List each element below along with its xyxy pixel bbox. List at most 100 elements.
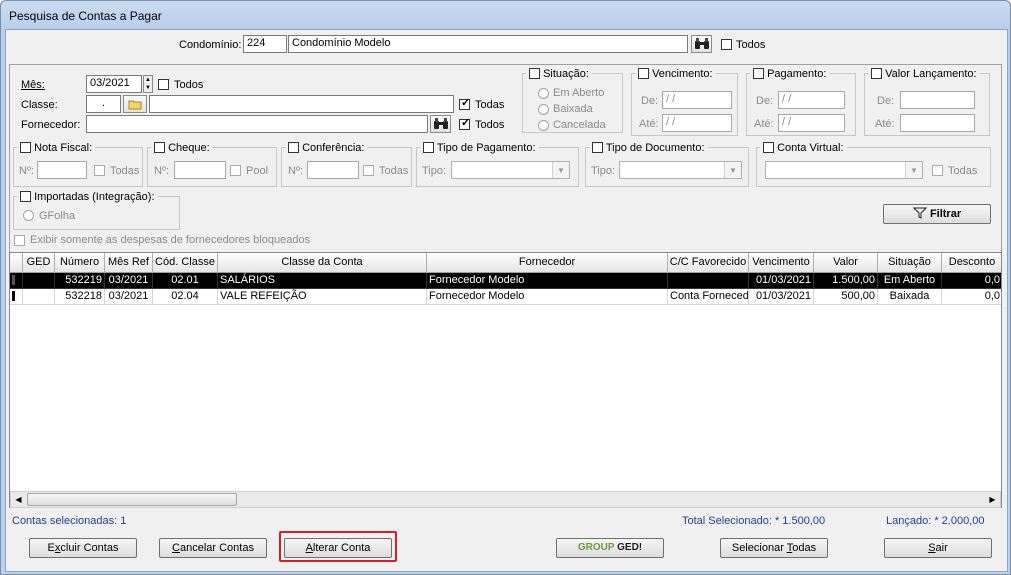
fornecedor-input[interactable] bbox=[86, 115, 428, 133]
nota-fiscal-input[interactable] bbox=[37, 161, 87, 179]
contas-selecionadas-status: Contas selecionadas: 1 bbox=[12, 515, 127, 527]
classe-label: Classe: bbox=[21, 99, 58, 111]
col-desconto[interactable]: Desconto bbox=[942, 253, 1001, 272]
fornecedor-todos-checkbox[interactable]: ✓ bbox=[459, 117, 470, 130]
col-valor[interactable]: Valor bbox=[814, 253, 878, 272]
valor-de-input[interactable] bbox=[900, 91, 975, 109]
conta-virtual-checkbox[interactable] bbox=[763, 142, 774, 153]
pagamento-de-input[interactable]: / / bbox=[778, 91, 845, 109]
scroll-thumb[interactable] bbox=[27, 493, 237, 506]
selecionar-post: odas bbox=[792, 542, 817, 554]
cell-vencimento: 01/03/2021 bbox=[749, 273, 814, 289]
pagamento-checkbox[interactable] bbox=[753, 68, 764, 79]
valor-lancamento-title: Valor Lançamento: bbox=[868, 66, 980, 80]
table-row[interactable]: 532218 03/2021 02.04 VALE REFEIÇÃO Forne… bbox=[10, 289, 1001, 305]
situacao-checkbox[interactable] bbox=[529, 68, 540, 79]
binoculars-icon bbox=[433, 118, 448, 129]
tipo-documento-label: Tipo de Documento: bbox=[605, 142, 705, 154]
classe-code-input[interactable]: . bbox=[86, 95, 121, 113]
condominio-todos-checkbox[interactable] bbox=[721, 39, 732, 50]
excluir-contas-button[interactable]: Excluir Contas bbox=[29, 538, 137, 558]
vencimento-ate-input[interactable]: / / bbox=[662, 114, 732, 132]
condominio-search-button[interactable] bbox=[691, 35, 712, 53]
filtrar-button[interactable]: Filtrar bbox=[883, 204, 991, 224]
nota-fiscal-checkbox[interactable] bbox=[20, 142, 31, 153]
mes-spinner[interactable]: ▲ ▼ bbox=[143, 75, 153, 93]
chevron-down-icon: ▼ bbox=[724, 162, 741, 178]
cheque-checkbox[interactable] bbox=[154, 142, 165, 153]
group-ged-button[interactable]: GROUP GED! bbox=[556, 538, 664, 558]
condominio-name-input[interactable]: Condomínio Modelo bbox=[288, 35, 688, 53]
row-indicator bbox=[10, 273, 23, 289]
col-cc-favorecido[interactable]: C/C Favorecido bbox=[668, 253, 749, 272]
conferencia-todas-checkbox[interactable] bbox=[363, 165, 374, 176]
conta-virtual-todas-checkbox[interactable] bbox=[932, 165, 943, 176]
sair-button[interactable]: Sair bbox=[884, 538, 992, 558]
horizontal-scrollbar[interactable]: ◀ ▶ bbox=[10, 491, 1001, 508]
mes-input[interactable]: 03/2021 bbox=[86, 75, 142, 93]
col-vencimento[interactable]: Vencimento bbox=[749, 253, 814, 272]
col-mes-ref[interactable]: Mês Ref bbox=[105, 253, 153, 272]
col-classe-conta[interactable]: Classe da Conta bbox=[218, 253, 427, 272]
col-fornecedor[interactable]: Fornecedor bbox=[427, 253, 668, 272]
cheque-pool-checkbox[interactable] bbox=[230, 165, 241, 176]
cancelar-contas-button[interactable]: Cancelar Contas bbox=[159, 538, 267, 558]
pagamento-ate-input[interactable]: / / bbox=[778, 114, 845, 132]
vencimento-checkbox[interactable] bbox=[638, 68, 649, 79]
cell-fornecedor: Fornecedor Modelo bbox=[427, 273, 668, 289]
vencimento-de-input[interactable]: / / bbox=[662, 91, 732, 109]
fornecedor-label: Fornecedor: bbox=[21, 119, 81, 131]
tipo-pagamento-select[interactable]: ▼ bbox=[451, 161, 570, 179]
condominio-label: Condomínio: bbox=[179, 39, 242, 51]
valor-ate-input[interactable] bbox=[900, 114, 975, 132]
contas-table: GED Número Mês Ref Cód. Classe Classe da… bbox=[9, 252, 1002, 508]
conta-virtual-select[interactable]: ▼ bbox=[765, 161, 923, 179]
scroll-right-icon[interactable]: ▶ bbox=[986, 493, 999, 506]
conferencia-input[interactable] bbox=[307, 161, 359, 179]
col-ged[interactable]: GED bbox=[23, 253, 55, 272]
bloqueados-checkbox[interactable] bbox=[14, 235, 25, 246]
col-situacao[interactable]: Situação bbox=[878, 253, 942, 272]
valor-lancamento-checkbox[interactable] bbox=[871, 68, 882, 79]
pagamento-group: Pagamento: De: / / Até: / / bbox=[746, 66, 856, 136]
cheque-input[interactable] bbox=[174, 161, 226, 179]
cell-desconto: 0,0 bbox=[942, 289, 1001, 305]
valor-de-label: De: bbox=[877, 95, 895, 107]
classe-name-input[interactable] bbox=[149, 95, 454, 113]
cheque-pool-label: Pool bbox=[246, 165, 269, 177]
ged-logo-ged: GED! bbox=[617, 542, 643, 553]
pagamento-title: Pagamento: bbox=[750, 66, 830, 80]
tipo-documento-checkbox[interactable] bbox=[592, 142, 603, 153]
fornecedor-search-button[interactable] bbox=[430, 115, 451, 133]
cell-situacao: Baixada bbox=[878, 289, 942, 305]
situacao-baixada-radio[interactable] bbox=[538, 104, 549, 115]
conferencia-checkbox[interactable] bbox=[288, 142, 299, 153]
vencimento-label: Vencimento: bbox=[652, 68, 713, 80]
tipo-pagamento-checkbox[interactable] bbox=[423, 142, 434, 153]
cell-valor: 1.500,00 bbox=[814, 273, 878, 289]
importadas-group: Importadas (Integração): GFolha bbox=[13, 189, 180, 230]
scroll-left-icon[interactable]: ◀ bbox=[12, 493, 25, 506]
condominio-code-input[interactable]: 224 bbox=[243, 35, 287, 53]
situacao-baixada-label: Baixada bbox=[553, 103, 593, 115]
col-numero[interactable]: Número bbox=[55, 253, 105, 272]
situacao-cancelada-radio[interactable] bbox=[538, 120, 549, 131]
conta-virtual-title: Conta Virtual: bbox=[760, 140, 847, 154]
classe-folder-button[interactable] bbox=[123, 95, 147, 113]
cell-valor: 500,00 bbox=[814, 289, 878, 305]
ged-logo-group: GROUP bbox=[577, 542, 615, 553]
importadas-checkbox[interactable] bbox=[20, 191, 31, 202]
selecionar-pre: Selecionar bbox=[731, 542, 787, 554]
cancelar-accel: C bbox=[172, 542, 180, 554]
gfolha-radio[interactable] bbox=[23, 210, 34, 221]
spin-up-icon: ▲ bbox=[145, 77, 151, 83]
col-cod-classe[interactable]: Cód. Classe bbox=[153, 253, 218, 272]
classe-todas-checkbox[interactable]: ✓ bbox=[459, 97, 470, 110]
tipo-documento-select[interactable]: ▼ bbox=[619, 161, 742, 179]
situacao-em-aberto-radio[interactable] bbox=[538, 88, 549, 99]
row-indicator-header bbox=[10, 253, 23, 272]
mes-todos-checkbox[interactable] bbox=[158, 79, 169, 90]
table-row[interactable]: 532219 03/2021 02.01 SALÁRIOS Fornecedor… bbox=[10, 273, 1001, 289]
selecionar-todas-button[interactable]: Selecionar Todas bbox=[720, 538, 828, 558]
nota-fiscal-todas-checkbox[interactable] bbox=[94, 165, 105, 176]
